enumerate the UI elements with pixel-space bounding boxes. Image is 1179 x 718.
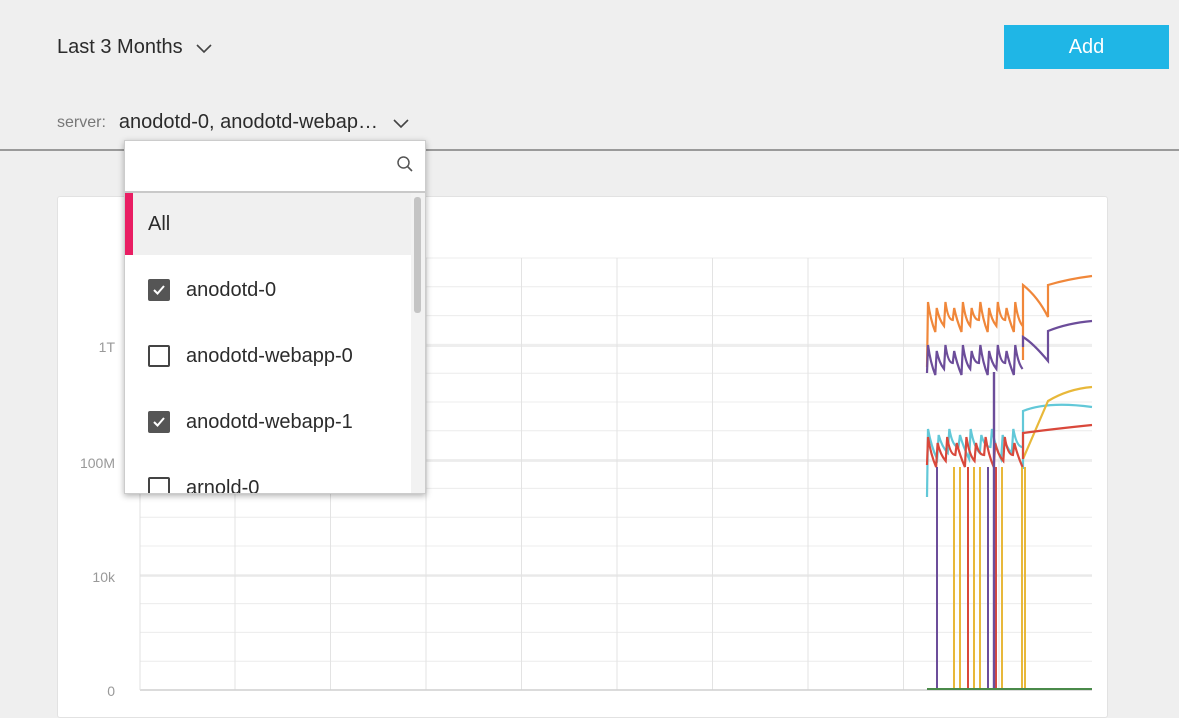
check-icon <box>153 285 165 295</box>
chevron-down-icon <box>196 43 212 53</box>
option-anodotd-webapp-0[interactable]: anodotd-webapp-0 <box>125 325 411 387</box>
search-icon[interactable] <box>396 155 414 173</box>
option-label: anodotd-0 <box>186 278 277 301</box>
series-line <box>925 344 1024 376</box>
server-dropdown: All anodotd-0 anodotd-webapp-0 anodotd-w… <box>124 140 426 494</box>
option-all[interactable]: All <box>125 193 411 255</box>
series-line <box>1021 274 1093 360</box>
check-icon <box>153 417 165 427</box>
checkbox-checked[interactable] <box>148 411 170 433</box>
scrollbar-thumb[interactable] <box>414 197 421 313</box>
y-tick-label: 0 <box>107 683 115 699</box>
option-anodotd-0[interactable]: anodotd-0 <box>125 259 411 321</box>
time-range-dropdown[interactable]: Last 3 Months <box>57 36 213 59</box>
filter-label: server: <box>57 113 106 131</box>
option-label: anodotd-webapp-1 <box>186 410 353 433</box>
y-tick-label: 100M <box>80 455 115 471</box>
chevron-down-icon[interactable] <box>392 117 410 129</box>
option-anodotd-webapp-1[interactable]: anodotd-webapp-1 <box>125 391 411 453</box>
y-tick-label: 1T <box>99 339 116 355</box>
filter-value[interactable]: anodotd-0, anodotd-webap… <box>119 111 378 134</box>
search-input[interactable] <box>125 141 409 187</box>
time-range-label: Last 3 Months <box>57 36 183 58</box>
series-line <box>1021 385 1093 460</box>
checkbox-checked[interactable] <box>148 279 170 301</box>
server-filter[interactable]: server: anodotd-0, anodotd-webap… <box>57 111 410 134</box>
dropdown-list: All anodotd-0 anodotd-webapp-0 anodotd-w… <box>125 193 425 493</box>
dropdown-search <box>125 141 425 193</box>
series-line <box>1021 423 1093 459</box>
option-arnold-0[interactable]: arnold-0 <box>125 457 411 494</box>
checkbox-unchecked[interactable] <box>148 477 170 493</box>
series-line <box>1021 319 1093 365</box>
toolbar: Last 3 Months Add server: anodotd-0, ano… <box>0 0 1179 150</box>
y-tick-label: 10k <box>92 569 116 585</box>
option-label: arnold-0 <box>186 476 260 494</box>
option-label: All <box>148 212 171 235</box>
checkbox-unchecked[interactable] <box>148 345 170 367</box>
option-label: anodotd-webapp-0 <box>186 344 353 367</box>
selection-indicator <box>125 193 133 255</box>
add-button[interactable]: Add <box>1004 25 1169 69</box>
